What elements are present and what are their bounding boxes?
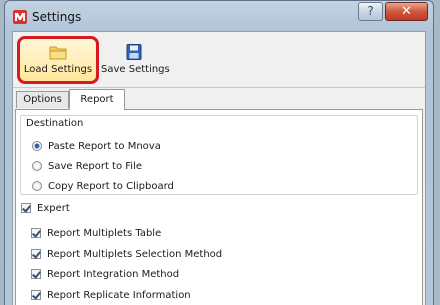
- destination-group: Destination Paste Report to Mnova Save R…: [20, 115, 418, 195]
- checkbox-label: Report Replicate Information: [47, 290, 191, 301]
- toolbar: Load Settings Save Settings: [13, 32, 425, 88]
- report-multiplets-table-checkbox[interactable]: Report Multiplets Table: [31, 228, 161, 239]
- destination-title: Destination: [26, 118, 84, 129]
- load-settings-button[interactable]: Load Settings: [17, 36, 99, 84]
- radio-label: Save Report to File: [48, 161, 143, 172]
- report-replicate-information-checkbox[interactable]: Report Replicate Information: [31, 290, 191, 301]
- radio-copy-report[interactable]: Copy Report to Clipboard: [32, 181, 174, 192]
- expert-checkbox[interactable]: Expert: [21, 203, 70, 214]
- radio-unselected-icon[interactable]: [32, 161, 42, 171]
- report-tab-panel: Destination Paste Report to Mnova Save R…: [15, 109, 423, 305]
- save-settings-button[interactable]: Save Settings: [101, 36, 170, 84]
- dialog-client-area: Load Settings Save Settings Options Repo…: [12, 31, 426, 305]
- checkbox-checked-icon[interactable]: [31, 249, 41, 259]
- checkbox-checked-icon[interactable]: [31, 290, 41, 300]
- save-settings-label: Save Settings: [101, 64, 170, 75]
- report-integration-method-checkbox[interactable]: Report Integration Method: [31, 269, 179, 280]
- window-title: Settings: [32, 10, 82, 24]
- floppy-disk-icon: [126, 44, 142, 60]
- tab-bar: Options Report: [13, 89, 425, 110]
- checkbox-label: Report Integration Method: [47, 269, 180, 280]
- checkbox-label: Expert: [37, 203, 70, 214]
- checkbox-checked-icon[interactable]: [21, 203, 31, 213]
- report-multiplets-selection-checkbox[interactable]: Report Multiplets Selection Method: [31, 249, 222, 260]
- checkbox-checked-icon[interactable]: [31, 228, 41, 238]
- tab-options[interactable]: Options: [16, 91, 69, 108]
- checkbox-label: Report Multiplets Table: [47, 228, 162, 239]
- radio-save-report[interactable]: Save Report to File: [32, 161, 142, 172]
- load-settings-label: Load Settings: [23, 64, 93, 75]
- folder-icon: [49, 46, 67, 60]
- radio-paste-report[interactable]: Paste Report to Mnova: [32, 141, 161, 152]
- mnova-app-icon: [13, 10, 27, 24]
- help-button[interactable]: ?: [358, 2, 383, 21]
- radio-unselected-icon[interactable]: [32, 181, 42, 191]
- checkbox-label: Report Multiplets Selection Method: [47, 249, 223, 260]
- title-bar[interactable]: Settings ? ✕: [5, 1, 433, 31]
- radio-label: Paste Report to Mnova: [48, 141, 161, 152]
- tab-report[interactable]: Report: [69, 89, 125, 110]
- close-button[interactable]: ✕: [385, 2, 428, 21]
- radio-selected-icon[interactable]: [32, 141, 42, 151]
- checkbox-checked-icon[interactable]: [31, 269, 41, 279]
- radio-label: Copy Report to Clipboard: [48, 181, 174, 192]
- settings-window: Settings ? ✕ Load Settings Save Settings: [4, 0, 434, 305]
